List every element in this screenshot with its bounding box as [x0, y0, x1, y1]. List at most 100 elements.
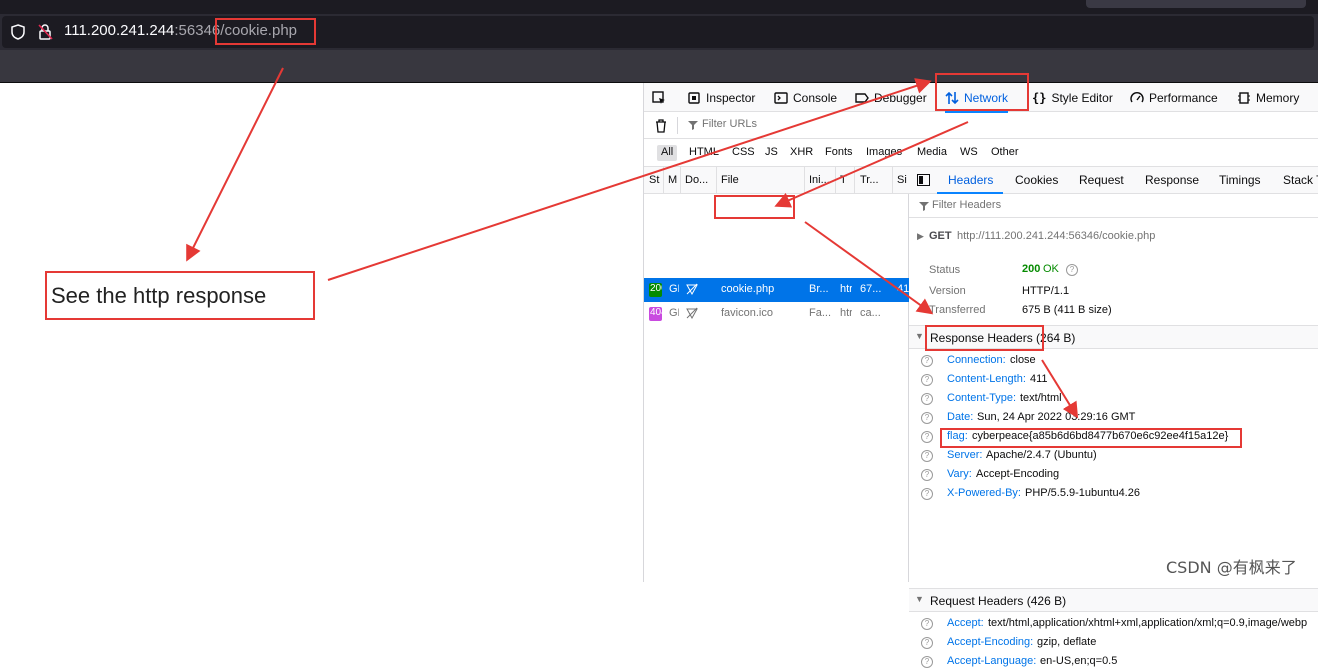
tab-response[interactable]: Response [1145, 173, 1199, 187]
help-icon[interactable]: ? [921, 618, 933, 630]
filter-icon [919, 202, 929, 211]
url-field[interactable]: 111.200.241.244:56346/cookie.php [2, 16, 1314, 48]
tab-inspector[interactable]: Inspector [687, 83, 755, 112]
status-badge: 404 [649, 307, 662, 321]
help-icon[interactable]: ? [921, 374, 933, 386]
filter-html-button[interactable]: HTML [685, 145, 723, 161]
col-type[interactable]: T [840, 174, 850, 186]
request-method: GE [669, 307, 679, 319]
help-icon[interactable]: ? [921, 469, 933, 481]
tab-inspector-label: Inspector [706, 90, 756, 105]
request-file: favicon.ico [721, 307, 773, 319]
expand-arrow-icon[interactable]: ▶ [917, 231, 924, 242]
request-headers-title: Request Headers (426 B) [930, 594, 1067, 608]
header-name: Accept: [947, 617, 984, 629]
header-value: Sun, 24 Apr 2022 03:29:16 GMT [977, 411, 1136, 423]
tab-debugger[interactable]: Debugger [855, 83, 927, 112]
filter-fonts-button[interactable]: Fonts [821, 145, 857, 161]
table-row[interactable]: 404 GE favicon.ico Fa... htr ca... [644, 302, 909, 326]
col-status[interactable]: St [649, 174, 663, 186]
filter-all-button[interactable]: All [657, 145, 678, 161]
request-initiator: Br... [809, 283, 829, 295]
request-type: htr [840, 307, 852, 319]
tab-performance[interactable]: Performance [1130, 83, 1218, 112]
col-method[interactable]: M [668, 174, 678, 186]
braces-icon: {} [1032, 90, 1047, 105]
request-type: htr [840, 283, 852, 295]
tab-style-editor-label: Style Editor [1051, 90, 1113, 105]
inspector-icon [688, 91, 700, 104]
help-icon[interactable]: ? [921, 412, 933, 424]
tab-pill[interactable] [1086, 0, 1306, 8]
tab-timings[interactable]: Timings [1219, 173, 1261, 187]
insecure-icon [686, 307, 698, 319]
help-icon[interactable]: ? [921, 656, 933, 668]
shield-icon[interactable] [10, 24, 26, 40]
header-name: Connection: [947, 354, 1006, 366]
tab-memory-label: Memory [1256, 90, 1300, 105]
header-value: en-US,en;q=0.5 [1040, 655, 1118, 667]
lock-warning-icon[interactable] [38, 23, 54, 41]
help-icon[interactable]: ? [1066, 264, 1078, 276]
annotation-box: See the http response [45, 271, 315, 320]
status-label: Status [929, 264, 961, 276]
insecure-icon [686, 283, 698, 295]
tab-console[interactable]: Console [774, 83, 837, 112]
request-size: 41 [897, 283, 909, 295]
collapse-arrow-icon: ▼ [915, 594, 924, 604]
filter-other-button[interactable]: Other [987, 145, 1023, 161]
tab-performance-label: Performance [1149, 90, 1218, 105]
col-file[interactable]: File [721, 174, 791, 186]
trash-icon[interactable] [654, 118, 668, 133]
request-file: cookie.php [721, 283, 775, 295]
help-icon[interactable]: ? [921, 637, 933, 649]
version-label: Version [929, 285, 966, 297]
filter-headers-bar: Filter Headers [909, 194, 1318, 218]
highlight-url-path [215, 18, 316, 45]
tab-cookies[interactable]: Cookies [1015, 173, 1058, 187]
header-name: Vary: [947, 468, 972, 480]
header-name: Server: [947, 449, 983, 461]
header-value: gzip, deflate [1037, 636, 1097, 648]
tab-style-editor[interactable]: {} Style Editor [1032, 83, 1113, 112]
watermark: CSDN @有枫来了 [1166, 558, 1297, 577]
help-icon[interactable]: ? [921, 393, 933, 405]
filter-headers-input[interactable]: Filter Headers [932, 199, 1001, 211]
element-picker-button[interactable] [652, 83, 666, 112]
help-icon[interactable]: ? [921, 431, 933, 443]
filter-ws-button[interactable]: WS [956, 145, 982, 161]
highlight-flag-header [940, 428, 1242, 448]
table-row[interactable]: 200 GE cookie.php Br... htr 67... 41 [644, 278, 909, 302]
col-size[interactable]: Si [897, 174, 909, 186]
header-name: Accept-Encoding: [947, 636, 1034, 648]
tab-request[interactable]: Request [1079, 173, 1124, 187]
request-method: GE [669, 283, 679, 295]
filter-images-button[interactable]: Images [862, 145, 906, 161]
filter-js-button[interactable]: JS [761, 145, 782, 161]
tab-stack-trace[interactable]: Stack T [1283, 173, 1318, 187]
help-icon[interactable]: ? [921, 488, 933, 500]
filter-xhr-button[interactable]: XHR [786, 145, 817, 161]
filter-urls-input[interactable]: Filter URLs [702, 118, 757, 130]
collapse-arrow-icon: ▼ [915, 331, 924, 341]
filter-media-button[interactable]: Media [913, 145, 951, 161]
request-headers-section[interactable]: ▼ Request Headers (426 B) [909, 588, 1318, 612]
col-domain[interactable]: Do... [685, 174, 715, 186]
toggle-sidebar-icon[interactable] [917, 174, 930, 186]
request-url[interactable]: http://111.200.241.244:56346/cookie.php [957, 230, 1155, 242]
tab-debugger-label: Debugger [874, 90, 927, 105]
col-initiator[interactable]: Ini... [809, 174, 833, 186]
tab-memory[interactable]: Memory [1237, 83, 1299, 112]
header-name: X-Powered-By: [947, 487, 1021, 499]
help-icon[interactable]: ? [921, 450, 933, 462]
filter-css-button[interactable]: CSS [728, 145, 759, 161]
request-list: St M Do... File Ini... T Tr... Si 200 GE… [644, 167, 909, 582]
type-filter-bar: All HTML CSS JS XHR Fonts Images Media W… [644, 139, 1318, 167]
tab-headers[interactable]: Headers [948, 173, 993, 187]
annotation-text: See the http response [51, 283, 267, 308]
header-value: 411 [1030, 373, 1048, 385]
help-icon[interactable]: ? [921, 355, 933, 367]
header-value: PHP/5.5.9-1ubuntu4.26 [1025, 487, 1140, 499]
header-name: Content-Type: [947, 392, 1017, 404]
col-transferred[interactable]: Tr... [860, 174, 884, 186]
